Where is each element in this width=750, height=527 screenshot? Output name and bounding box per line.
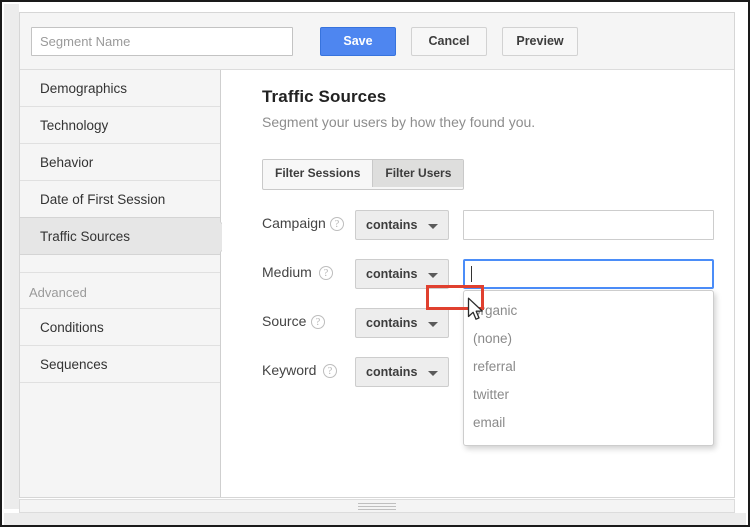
- sidebar-item-label: Conditions: [40, 320, 104, 335]
- help-icon-source[interactable]: ?: [311, 315, 325, 329]
- operator-select-keyword[interactable]: contains: [355, 357, 449, 387]
- autocomplete-option-twitter[interactable]: twitter: [464, 381, 713, 409]
- tab-filter-users[interactable]: Filter Users: [372, 160, 464, 187]
- sidebar-item-conditions[interactable]: Conditions: [20, 309, 220, 346]
- operator-value: contains: [366, 316, 418, 330]
- tab-filter-sessions[interactable]: Filter Sessions: [263, 160, 373, 187]
- sidebar-item-label: Behavior: [40, 155, 94, 170]
- operator-value: contains: [366, 267, 418, 281]
- segment-name-input[interactable]: [31, 27, 293, 56]
- chevron-down-icon: [428, 273, 438, 278]
- help-icon-campaign[interactable]: ?: [330, 217, 344, 231]
- sidebar-item-date-of-first-session[interactable]: Date of First Session: [20, 181, 220, 218]
- sidebar-item-label: Technology: [40, 118, 109, 133]
- segment-builder-panel: Save Cancel Preview Demographics Technol…: [19, 12, 735, 498]
- sidebar-spacer: [20, 255, 220, 273]
- autocomplete-option-organic[interactable]: organic: [464, 297, 713, 325]
- sidebar-item-behavior[interactable]: Behavior: [20, 144, 220, 181]
- browser-screenshot-frame: Save Cancel Preview Demographics Technol…: [0, 0, 750, 527]
- sidebar-item-demographics[interactable]: Demographics: [20, 70, 220, 107]
- sidebar-item-label: Traffic Sources: [40, 229, 131, 244]
- panel-footer-resize-bar[interactable]: [19, 499, 735, 513]
- chevron-down-icon: [428, 322, 438, 327]
- autocomplete-dropdown-medium: organic (none) referral twitter email: [463, 290, 714, 446]
- operator-select-campaign[interactable]: contains: [355, 210, 449, 240]
- value-input-campaign[interactable]: [463, 210, 714, 240]
- chevron-down-icon: [428, 224, 438, 229]
- operator-value: contains: [366, 218, 418, 232]
- filter-row-medium: Medium ? contains organic (none) referra…: [222, 259, 734, 446]
- autocomplete-option-none[interactable]: (none): [464, 325, 713, 353]
- sidebar-item-label: Sequences: [40, 357, 108, 372]
- operator-select-medium[interactable]: contains: [355, 259, 449, 289]
- value-input-medium[interactable]: [463, 259, 714, 289]
- row-label-source: Source: [262, 313, 307, 329]
- row-label-medium: Medium: [262, 264, 312, 280]
- operator-select-source[interactable]: contains: [355, 308, 449, 338]
- sidebar-item-label: Date of First Session: [40, 192, 166, 207]
- sidebar-item-technology[interactable]: Technology: [20, 107, 220, 144]
- help-icon-keyword[interactable]: ?: [323, 364, 337, 378]
- chevron-down-icon: [428, 371, 438, 376]
- cancel-button[interactable]: Cancel: [411, 27, 487, 56]
- row-label-campaign: Campaign: [262, 215, 326, 231]
- page-bottom-margin: [4, 513, 746, 525]
- help-icon-medium[interactable]: ?: [319, 266, 333, 280]
- autocomplete-option-referral[interactable]: referral: [464, 353, 713, 381]
- save-button[interactable]: Save: [320, 27, 396, 56]
- autocomplete-option-email[interactable]: email: [464, 409, 713, 437]
- sidebar-item-traffic-sources[interactable]: Traffic Sources: [20, 217, 220, 255]
- text-cursor: [471, 266, 472, 282]
- sidebar-item-label: Demographics: [40, 81, 128, 96]
- resize-grip-handle[interactable]: [358, 503, 396, 510]
- page-left-margin: [4, 4, 19, 509]
- segment-toolbar: Save Cancel Preview: [20, 13, 734, 70]
- operator-value: contains: [366, 365, 418, 379]
- panel-body: Demographics Technology Behavior Date of…: [20, 70, 734, 497]
- segment-category-sidebar: Demographics Technology Behavior Date of…: [20, 70, 221, 497]
- sidebar-section-label: Advanced: [29, 285, 87, 300]
- row-label-keyword: Keyword: [262, 362, 317, 378]
- filter-row-campaign: Campaign ? contains: [222, 210, 734, 240]
- page-subtitle: Segment your users by how they found you…: [262, 114, 536, 130]
- filter-scope-toggle: Filter Sessions Filter Users: [262, 159, 465, 190]
- sidebar-section-advanced: Advanced: [20, 273, 220, 309]
- sidebar-item-sequences[interactable]: Sequences: [20, 346, 220, 383]
- page-title: Traffic Sources: [262, 87, 387, 106]
- preview-button[interactable]: Preview: [502, 27, 578, 56]
- segment-content-pane: Traffic Sources Segment your users by ho…: [222, 70, 734, 497]
